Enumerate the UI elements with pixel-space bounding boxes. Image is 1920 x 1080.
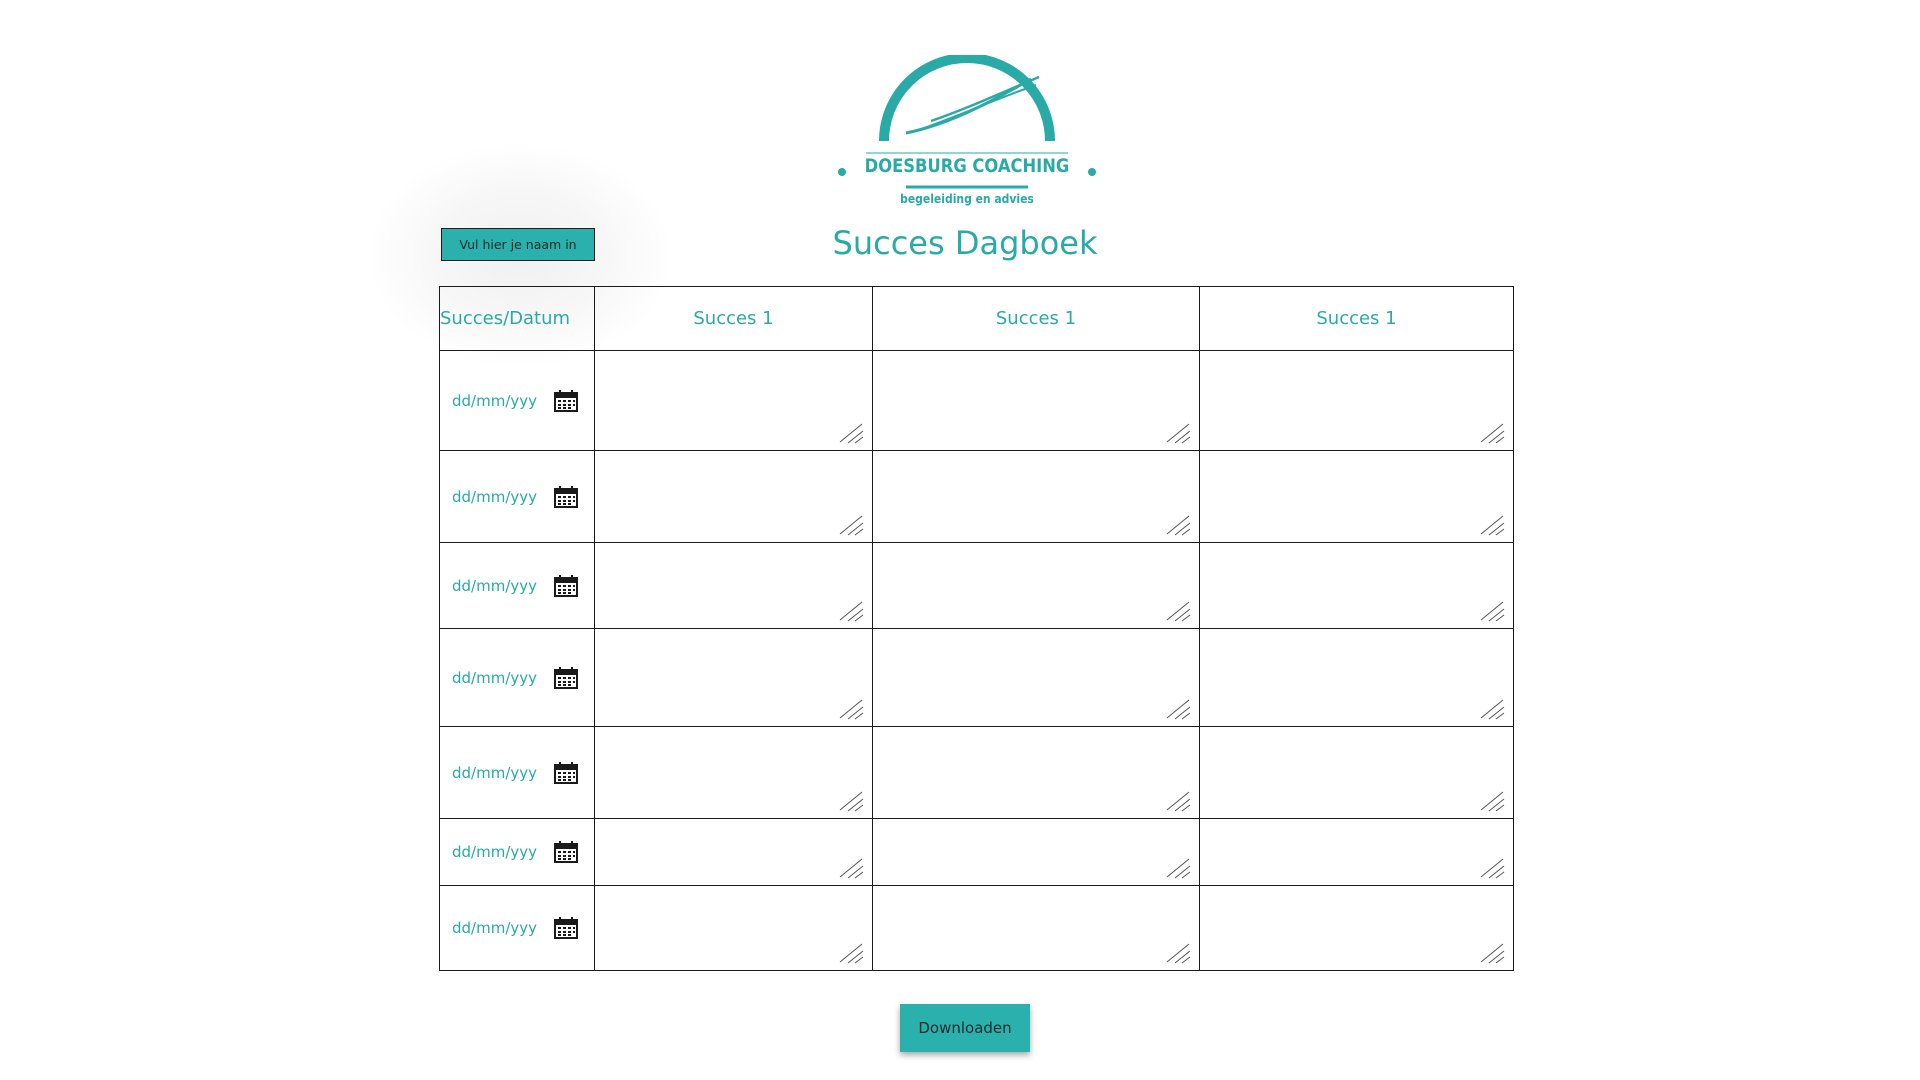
- success-entry-cell: [872, 818, 1200, 886]
- table-row: dd/mm/yyy: [439, 450, 1514, 543]
- page-title: Succes Dagboek: [832, 224, 1098, 262]
- resize-grip-icon[interactable]: [1479, 514, 1505, 536]
- date-cell: dd/mm/yyy: [439, 450, 595, 543]
- resize-grip-icon[interactable]: [1479, 790, 1505, 812]
- resize-grip-icon[interactable]: [1165, 857, 1191, 879]
- date-placeholder: dd/mm/yyy: [452, 919, 538, 937]
- date-placeholder: dd/mm/yyy: [452, 576, 538, 595]
- table-row: dd/mm/yyy: [439, 885, 1514, 971]
- resize-grip-icon[interactable]: [838, 600, 864, 622]
- success-entry-cell: [1199, 726, 1514, 819]
- column-header-date: Succes/Datum: [439, 286, 595, 351]
- date-cell: dd/mm/yyy: [439, 350, 595, 451]
- date-input[interactable]: dd/mm/yyy: [440, 841, 594, 863]
- calendar-icon[interactable]: [554, 917, 578, 939]
- date-placeholder: dd/mm/yyy: [452, 763, 538, 782]
- date-placeholder: dd/mm/yyy: [452, 487, 538, 506]
- success-entry-cell: [872, 450, 1200, 543]
- resize-grip-icon[interactable]: [838, 942, 864, 964]
- resize-grip-icon[interactable]: [838, 857, 864, 879]
- resize-grip-icon[interactable]: [1165, 422, 1191, 444]
- date-input[interactable]: dd/mm/yyy: [440, 666, 594, 689]
- table-row: dd/mm/yyy: [439, 350, 1514, 451]
- success-entry-cell: [594, 542, 873, 629]
- brand-tagline: begeleiding en advies: [900, 192, 1034, 206]
- table-header-row: Succes/Datum Succes 1 Succes 1 Succes 1: [439, 286, 1514, 351]
- success-entry-cell: [872, 628, 1200, 727]
- date-input[interactable]: dd/mm/yyy: [440, 574, 594, 597]
- logo: DOESBURG COACHING begeleiding en advies: [836, 55, 1098, 215]
- success-entry-cell: [872, 542, 1200, 629]
- table-row: dd/mm/yyy: [439, 628, 1514, 727]
- logo-underline: [906, 185, 1028, 189]
- success-entry-cell: [1199, 628, 1514, 727]
- date-placeholder: dd/mm/yyy: [452, 843, 538, 861]
- success-entry-cell: [1199, 450, 1514, 543]
- resize-grip-icon[interactable]: [838, 422, 864, 444]
- resize-grip-icon[interactable]: [838, 790, 864, 812]
- download-button[interactable]: Downloaden: [900, 1004, 1030, 1052]
- resize-grip-icon[interactable]: [1479, 422, 1505, 444]
- resize-grip-icon[interactable]: [1165, 514, 1191, 536]
- date-input[interactable]: dd/mm/yyy: [440, 485, 594, 508]
- resize-grip-icon[interactable]: [1479, 857, 1505, 879]
- success-entry-cell: [872, 350, 1200, 451]
- calendar-icon[interactable]: [554, 841, 578, 863]
- resize-grip-icon[interactable]: [1165, 942, 1191, 964]
- brand-name: DOESBURG COACHING: [864, 155, 1070, 177]
- resize-grip-icon[interactable]: [1479, 942, 1505, 964]
- success-entry-cell: [1199, 818, 1514, 886]
- success-entry-cell: [594, 628, 873, 727]
- date-cell: dd/mm/yyy: [439, 726, 595, 819]
- date-cell: dd/mm/yyy: [439, 628, 595, 727]
- calendar-icon[interactable]: [554, 389, 578, 412]
- success-entry-cell: [1199, 350, 1514, 451]
- resize-grip-icon[interactable]: [838, 698, 864, 720]
- success-entry-cell: [594, 885, 873, 971]
- table-row: dd/mm/yyy: [439, 726, 1514, 819]
- column-header-success-2: Succes 1: [872, 286, 1200, 351]
- success-entry-cell: [872, 885, 1200, 971]
- resize-grip-icon[interactable]: [1165, 790, 1191, 812]
- success-entry-cell: [1199, 885, 1514, 971]
- resize-grip-icon[interactable]: [1479, 600, 1505, 622]
- date-cell: dd/mm/yyy: [439, 818, 595, 886]
- date-placeholder: dd/mm/yyy: [452, 668, 538, 687]
- page: DOESBURG COACHING begeleiding en advies …: [0, 0, 1920, 1080]
- success-entry-cell: [1199, 542, 1514, 629]
- success-entry-cell: [594, 818, 873, 886]
- date-input[interactable]: dd/mm/yyy: [440, 917, 594, 939]
- calendar-icon[interactable]: [554, 574, 578, 597]
- table-row: dd/mm/yyy: [439, 542, 1514, 629]
- column-header-success-3: Succes 1: [1199, 286, 1514, 351]
- success-entry-cell: [594, 350, 873, 451]
- column-header-success-1: Succes 1: [594, 286, 873, 351]
- success-diary-table: Succes/Datum Succes 1 Succes 1 Succes 1 …: [439, 286, 1514, 971]
- success-entry-cell: [594, 726, 873, 819]
- success-entry-cell: [594, 450, 873, 543]
- success-entry-cell: [872, 726, 1200, 819]
- date-input[interactable]: dd/mm/yyy: [440, 389, 594, 412]
- resize-grip-icon[interactable]: [1165, 698, 1191, 720]
- date-input[interactable]: dd/mm/yyy: [440, 761, 594, 784]
- date-cell: dd/mm/yyy: [439, 885, 595, 971]
- calendar-icon[interactable]: [554, 485, 578, 508]
- resize-grip-icon[interactable]: [838, 514, 864, 536]
- calendar-icon[interactable]: [554, 761, 578, 784]
- resize-grip-icon[interactable]: [1479, 698, 1505, 720]
- calendar-icon[interactable]: [554, 666, 578, 689]
- date-cell: dd/mm/yyy: [439, 542, 595, 629]
- resize-grip-icon[interactable]: [1165, 600, 1191, 622]
- date-placeholder: dd/mm/yyy: [452, 391, 538, 410]
- logo-arc-icon: [866, 55, 1068, 154]
- table-row: dd/mm/yyy: [439, 818, 1514, 886]
